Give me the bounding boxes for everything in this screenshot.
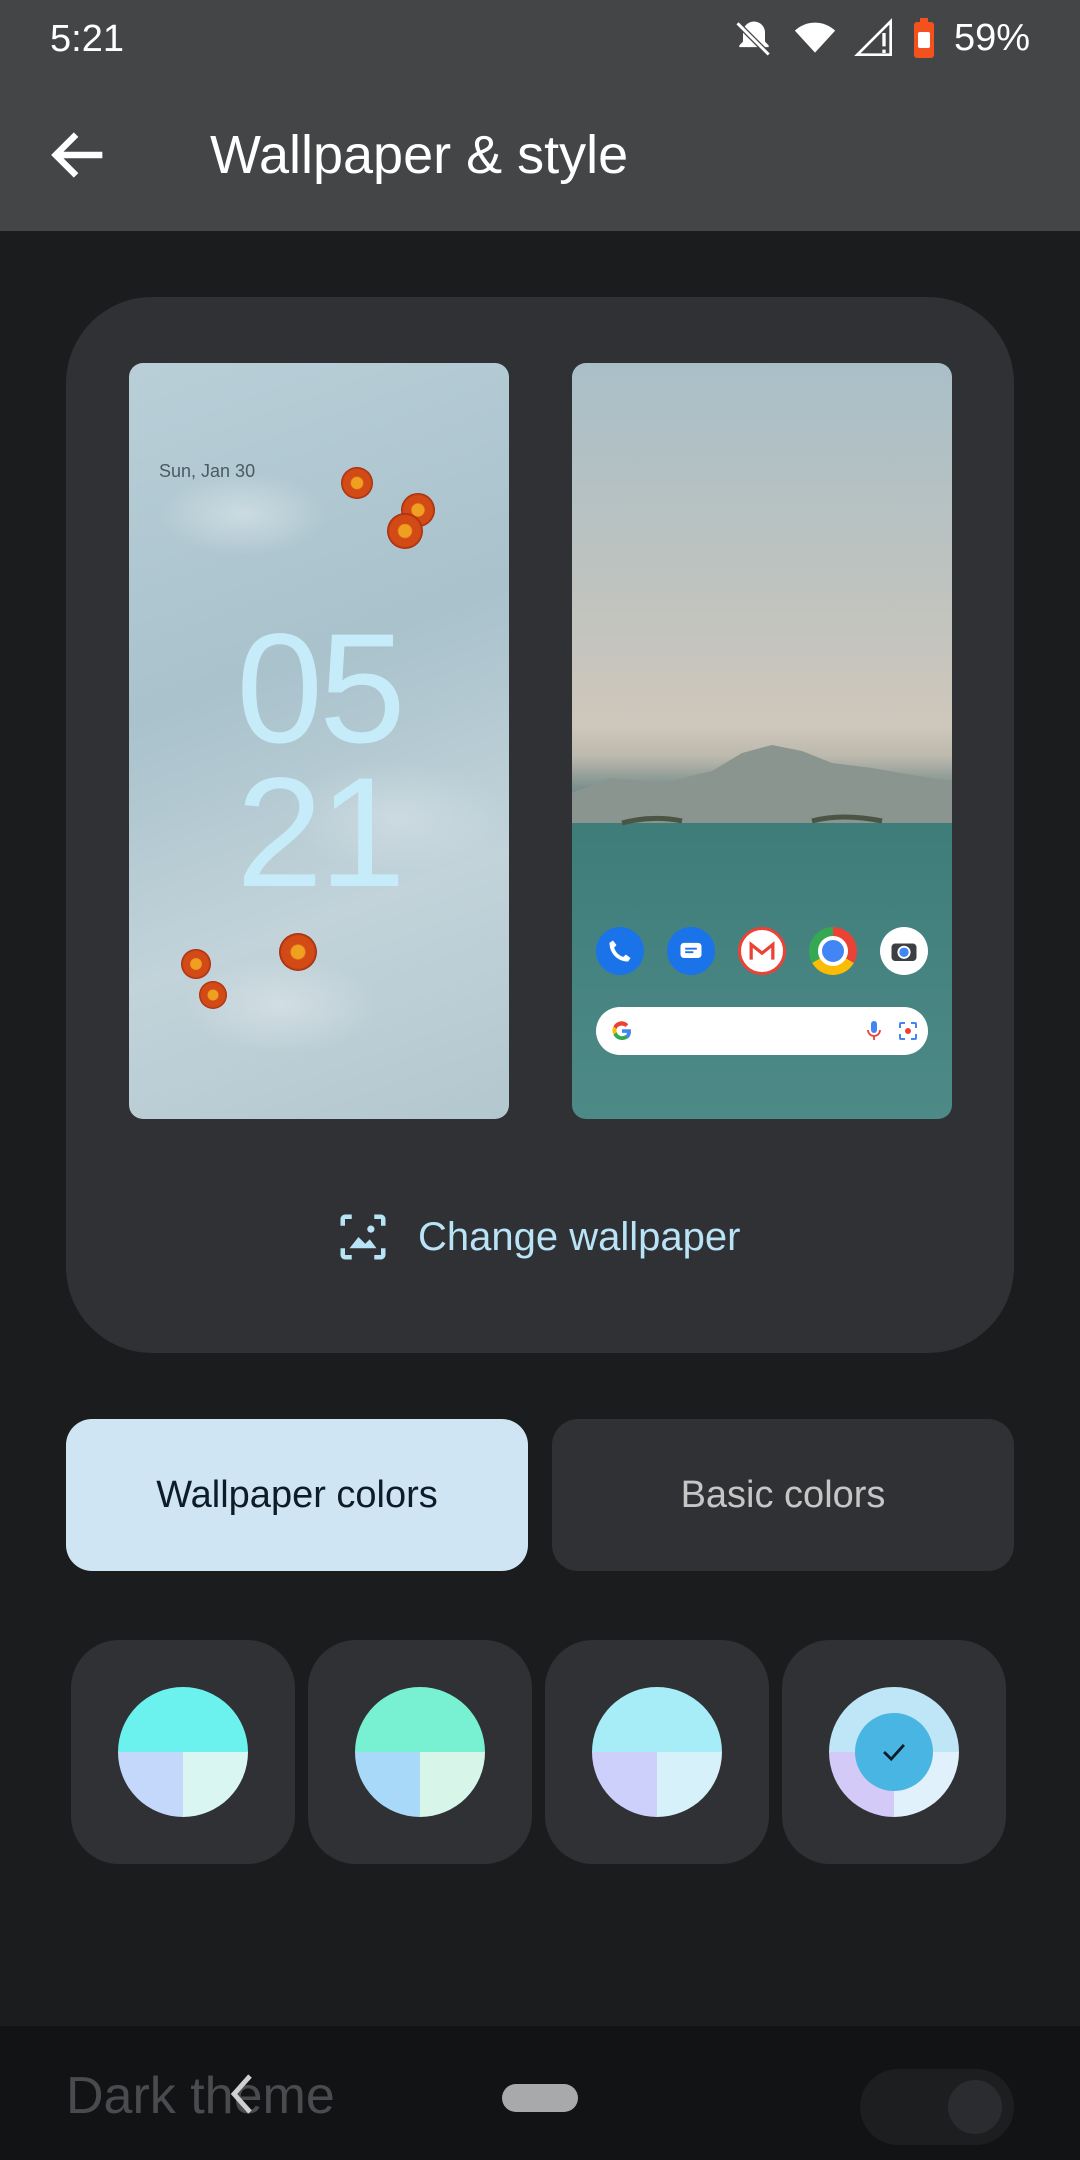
mic-icon (867, 1021, 881, 1040)
back-arrow-icon[interactable] (44, 120, 114, 190)
wallpaper-icon (340, 1214, 386, 1260)
dark-theme-toggle[interactable] (860, 2069, 1014, 2145)
flower-image (341, 467, 373, 499)
chrome-app-icon (809, 927, 857, 975)
change-wallpaper-button[interactable]: Change wallpaper (336, 1207, 740, 1267)
messages-app-icon (667, 927, 715, 975)
status-bar: 5:21 59% (0, 0, 1080, 76)
page-title: Wallpaper & style (210, 125, 629, 185)
swatch-top (592, 1687, 722, 1752)
battery-icon (913, 18, 934, 58)
search-bar (596, 1007, 928, 1055)
swatch-bottom-right (183, 1752, 248, 1817)
status-time: 5:21 (50, 18, 124, 60)
google-g-icon (612, 1021, 631, 1041)
app-bar: Wallpaper & style (0, 76, 1080, 231)
flower-image (387, 513, 423, 549)
check-badge (855, 1713, 933, 1791)
battery-percent: 59% (953, 16, 1030, 59)
wallpaper-preview-card: Sun, Jan 30 05 21 Change wallpaper (66, 297, 1014, 1353)
app-dock (596, 927, 928, 975)
swatch-bottom-left (592, 1752, 657, 1817)
check-icon (883, 1743, 905, 1762)
swatch-top (355, 1687, 485, 1752)
tab-basic-colors[interactable]: Basic colors (552, 1419, 1014, 1571)
flower-image (181, 949, 211, 979)
do-not-disturb-icon (735, 21, 771, 57)
phone-app-icon (596, 927, 644, 975)
lock-screen-preview[interactable]: Sun, Jan 30 05 21 (129, 363, 509, 1119)
flower-image (279, 933, 317, 971)
flower-image (199, 981, 227, 1009)
color-swatch[interactable] (71, 1640, 295, 1864)
lens-icon (899, 1022, 917, 1040)
camera-app-icon (880, 927, 928, 975)
bottom-panel: Dark theme (0, 2026, 1080, 2160)
swatch-top (118, 1687, 248, 1752)
color-swatch[interactable] (545, 1640, 769, 1864)
home-screen-preview[interactable] (572, 363, 952, 1119)
dark-theme-label: Dark theme (66, 2067, 335, 2125)
swatch-bottom-right (420, 1752, 485, 1817)
color-swatch-selected[interactable] (782, 1640, 1006, 1864)
nav-home-pill[interactable] (502, 2084, 578, 2112)
lock-clock-minute: 21 (236, 746, 406, 920)
swatch-bottom-left (118, 1752, 183, 1817)
color-swatch[interactable] (308, 1640, 532, 1864)
status-icons: 59% (732, 14, 1030, 62)
swatch-circle (355, 1687, 485, 1817)
mountain-image (572, 745, 952, 843)
gmail-app-icon (738, 927, 786, 975)
swatch-circle (829, 1687, 959, 1817)
wifi-icon (794, 22, 836, 53)
change-wallpaper-label: Change wallpaper (418, 1214, 741, 1259)
nav-back-icon[interactable] (222, 2068, 262, 2120)
swatch-circle (118, 1687, 248, 1817)
toggle-knob (948, 2080, 1002, 2134)
swatch-bottom-right (657, 1752, 722, 1817)
signal-icon (854, 18, 892, 56)
swatch-bottom-left (355, 1752, 420, 1817)
lock-date: Sun, Jan 30 (159, 461, 256, 481)
lock-clock-hour: 05 (236, 602, 406, 776)
tab-wallpaper-colors[interactable]: Wallpaper colors (66, 1419, 528, 1571)
swatch-circle (592, 1687, 722, 1817)
